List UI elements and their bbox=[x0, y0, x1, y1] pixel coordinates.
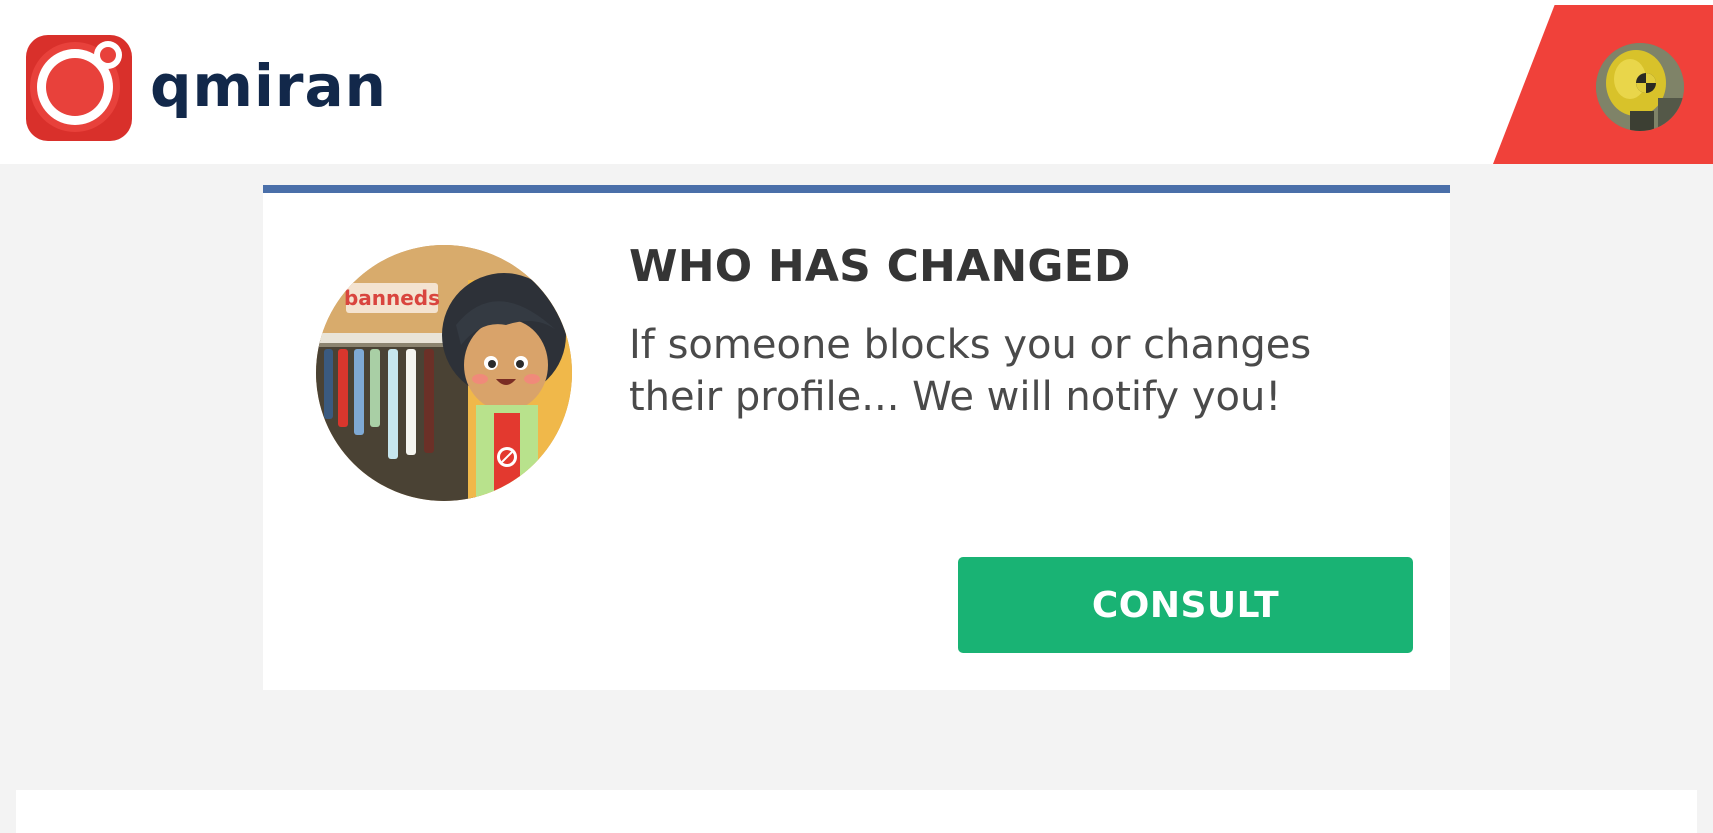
top-header: qmiran bbox=[0, 0, 1713, 164]
card-description: If someone blocks you or changes their p… bbox=[629, 322, 1312, 420]
next-card-partial bbox=[16, 790, 1697, 833]
user-avatar[interactable] bbox=[1596, 43, 1684, 131]
brand-logo[interactable]: qmiran bbox=[20, 29, 387, 147]
closet-illustration: banneds bbox=[316, 245, 572, 501]
consult-button[interactable]: CONSULT bbox=[958, 557, 1413, 653]
user-avatar-icon bbox=[1596, 43, 1684, 131]
banneds-sign: banneds bbox=[344, 286, 440, 310]
card-title: WHO HAS CHANGED bbox=[629, 241, 1131, 292]
brand-name: qmiran bbox=[150, 52, 387, 120]
feature-card: banneds WHO HAS CHANGED If someone block… bbox=[263, 185, 1450, 690]
qmiran-logo-icon bbox=[26, 35, 132, 141]
